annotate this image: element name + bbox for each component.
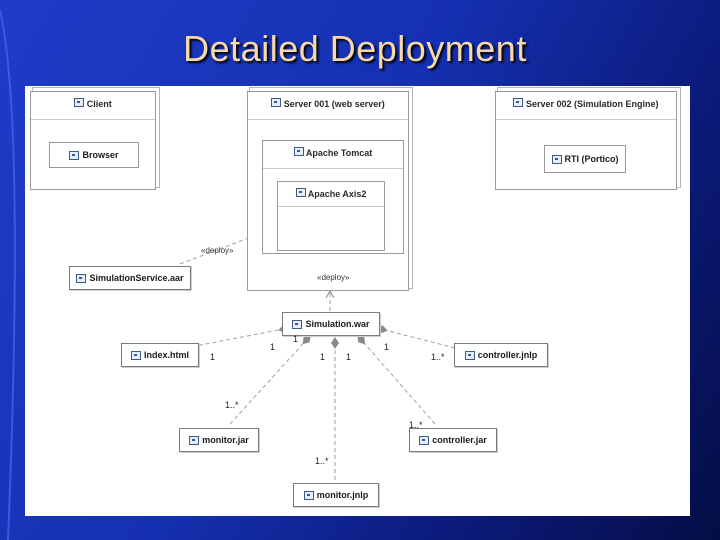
component-icon [69,150,80,160]
browser-artifact[interactable]: Browser [49,142,139,168]
component-icon [295,188,306,197]
mult-monitor-jnlp-far: 1..* [315,456,329,466]
artifact-icon [189,435,200,445]
mult-war-c: 1 [346,352,352,362]
server-002-title: Server 002 (Simulation Engine) [496,98,676,109]
mult-index-far: 1 [210,352,216,362]
server-002-node[interactable]: Server 002 (Simulation Engine) RTI (Port… [495,91,677,190]
client-title: Client [31,98,155,109]
server-001-title: Server 001 (web server) [248,98,408,109]
artifact-icon [292,319,303,329]
artifact-icon [130,350,141,360]
component-icon [551,154,562,164]
link-controller-jar [357,335,436,425]
artifact-icon [419,435,430,445]
simulation-service-artifact[interactable]: SimulationService.aar [69,266,191,290]
rti-artifact[interactable]: RTI (Portico) [544,145,626,173]
controller-jar-artifact[interactable]: controller.jar [409,428,497,452]
tomcat-node[interactable]: Apache Tomcat Apache Axis2 [262,140,404,254]
component-icon [513,98,524,107]
mult-war-a: 1 [293,334,299,344]
tomcat-title: Apache Tomcat [263,147,403,158]
mult-war-b: 1 [320,352,326,362]
deploy-stereotype-axis: «deploy» [201,246,234,255]
artifact-icon [464,350,475,360]
deploy-stereotype-tomcat: «deploy» [317,273,350,282]
axis-node[interactable]: Apache Axis2 [277,181,385,251]
slide-title: Detailed Deployment [183,28,527,69]
mult-controller-near: 1 [384,342,390,352]
mult-controller-far: 1..* [431,352,445,362]
index-html-artifact[interactable]: Index.html [121,343,199,367]
component-icon [271,98,282,107]
axis-title: Apache Axis2 [278,188,384,199]
component-icon [74,98,85,107]
mult-index-near: 1 [270,342,276,352]
monitor-jar-artifact[interactable]: monitor.jar [179,428,259,452]
component-icon [293,147,304,156]
client-node[interactable]: Client Browser [30,91,156,190]
controller-jnlp-artifact[interactable]: controller.jnlp [454,343,548,367]
mult-controller-jar-far: 1..* [409,420,423,430]
monitor-jnlp-artifact[interactable]: monitor.jnlp [293,483,379,507]
artifact-icon [76,273,87,283]
artifact-icon [303,490,314,500]
diagram-panel: Client Browser Server 001 (web server) A… [25,86,690,516]
server-001-node[interactable]: Server 001 (web server) Apache Tomcat Ap… [247,91,409,291]
mult-monitor-jar-far: 1..* [225,400,239,410]
simulation-war-artifact[interactable]: Simulation.war [282,312,380,336]
